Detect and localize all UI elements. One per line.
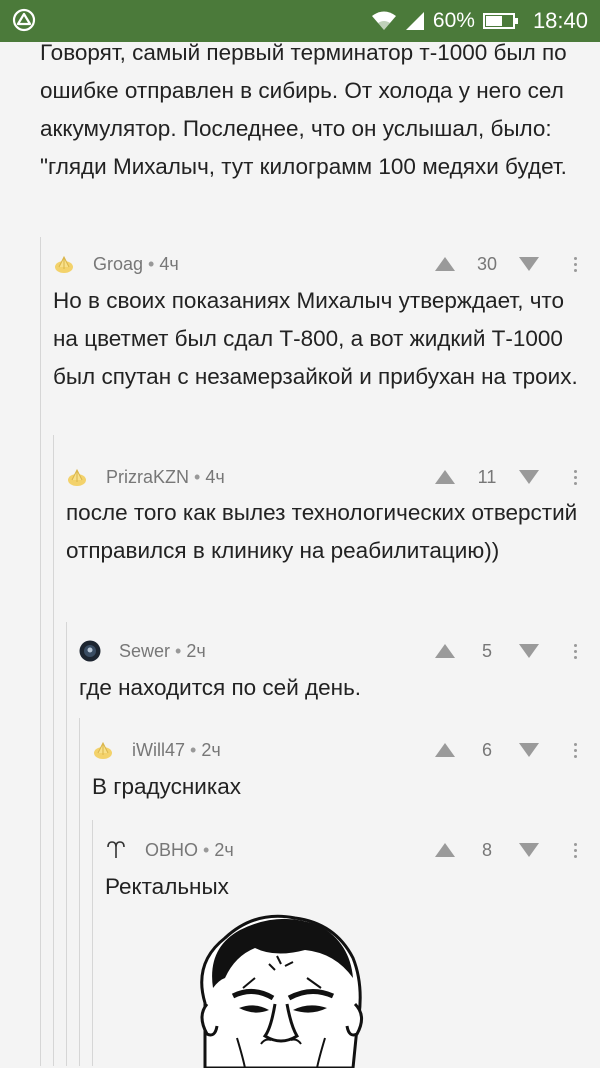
signal-icon bbox=[405, 12, 424, 30]
arrow-down-icon bbox=[519, 644, 539, 658]
avatar[interactable] bbox=[92, 739, 114, 761]
aries-symbol-icon bbox=[107, 841, 125, 858]
comment-header: PrizraKZN • 4ч bbox=[66, 459, 225, 495]
comment-text: где находится по сей день. bbox=[79, 675, 362, 700]
arrow-up-icon bbox=[435, 743, 455, 757]
meta-separator: • bbox=[194, 466, 201, 487]
comment-header: Sewer • 2ч bbox=[79, 633, 206, 669]
thread-line bbox=[53, 435, 54, 1066]
comment-time: 2ч bbox=[214, 839, 234, 860]
arrow-up-icon bbox=[435, 644, 455, 658]
arrow-up-icon bbox=[435, 470, 455, 484]
comment-author[interactable]: Groag bbox=[93, 254, 143, 274]
more-options-button[interactable] bbox=[566, 464, 584, 490]
comment-header: iWill47 • 2ч bbox=[92, 732, 221, 768]
vote-controls: 8 bbox=[432, 832, 584, 868]
meta-separator: • bbox=[190, 739, 197, 760]
more-options-button[interactable] bbox=[566, 737, 584, 763]
comment-header: Groag • 4ч bbox=[53, 246, 179, 282]
folded-hands-icon bbox=[94, 741, 112, 759]
upvote-button[interactable] bbox=[432, 737, 458, 763]
upvote-button[interactable] bbox=[432, 638, 458, 664]
clock: 18:40 bbox=[532, 8, 588, 33]
avatar[interactable] bbox=[66, 466, 88, 488]
wifi-icon bbox=[371, 11, 396, 30]
battery-icon bbox=[482, 13, 518, 29]
vote-controls: 6 bbox=[432, 732, 584, 768]
downvote-button[interactable] bbox=[516, 837, 542, 863]
arrow-up-icon bbox=[435, 257, 455, 271]
comment-text: В градусниках bbox=[92, 774, 241, 799]
comment-time: 2ч bbox=[186, 640, 206, 661]
downvote-button[interactable] bbox=[516, 737, 542, 763]
upvote-button[interactable] bbox=[432, 837, 458, 863]
comment-time: 4ч bbox=[159, 253, 179, 274]
arrow-down-icon bbox=[519, 257, 539, 271]
comment-score: 5 bbox=[481, 640, 492, 661]
thread-line bbox=[92, 820, 93, 1066]
arrow-down-icon bbox=[519, 843, 539, 857]
vote-controls: 30 bbox=[432, 246, 584, 282]
arrow-down-icon bbox=[519, 470, 539, 484]
thread-line bbox=[40, 237, 41, 1066]
downvote-button[interactable] bbox=[516, 638, 542, 664]
downvote-button[interactable] bbox=[516, 251, 542, 277]
comment-author[interactable]: ОВНО bbox=[145, 840, 198, 860]
more-options-button[interactable] bbox=[566, 251, 584, 277]
arrow-up-icon bbox=[435, 843, 455, 857]
thread-line bbox=[66, 622, 67, 1066]
comment-author[interactable]: iWill47 bbox=[132, 740, 185, 760]
comment-text: Ректальных bbox=[105, 874, 229, 899]
comment-author[interactable]: Sewer bbox=[119, 641, 170, 661]
comment-text: после того как вылез технологических отв… bbox=[66, 500, 578, 563]
meta-separator: • bbox=[148, 253, 155, 274]
comment-score: 30 bbox=[476, 253, 498, 274]
avatar[interactable] bbox=[105, 839, 127, 861]
comment-text: Но в своих показаниях Михалыч утверждает… bbox=[53, 288, 578, 389]
folded-hands-icon bbox=[68, 468, 86, 486]
vote-controls: 11 bbox=[432, 459, 584, 495]
thread-line bbox=[79, 718, 80, 1066]
more-options-button[interactable] bbox=[566, 638, 584, 664]
comment-thread: Говорят, самый первый терминатор т-1000 … bbox=[0, 40, 600, 1068]
meta-separator: • bbox=[203, 839, 210, 860]
comment-time: 4ч bbox=[205, 466, 225, 487]
downvote-button[interactable] bbox=[516, 464, 542, 490]
arrow-down-icon bbox=[519, 743, 539, 757]
app-logo-icon bbox=[12, 8, 36, 32]
avatar[interactable] bbox=[53, 253, 75, 275]
comment-time: 2ч bbox=[201, 739, 221, 760]
meta-separator: • bbox=[175, 640, 182, 661]
comment-score: 8 bbox=[481, 839, 492, 860]
comment-header: ОВНО • 2ч bbox=[105, 832, 234, 868]
upvote-button[interactable] bbox=[432, 464, 458, 490]
more-options-button[interactable] bbox=[566, 837, 584, 863]
dark-circle-avatar-icon bbox=[79, 640, 101, 662]
avatar[interactable] bbox=[79, 640, 101, 662]
folded-hands-icon bbox=[55, 255, 73, 273]
comment-author[interactable]: PrizraKZN bbox=[106, 467, 189, 487]
parent-comment-text: Говорят, самый первый терминатор т-1000 … bbox=[40, 40, 567, 179]
upvote-button[interactable] bbox=[432, 251, 458, 277]
comment-score: 6 bbox=[481, 739, 492, 760]
meme-face-image[interactable] bbox=[185, 908, 375, 1068]
battery-percent: 60% bbox=[432, 9, 475, 32]
vote-controls: 5 bbox=[432, 633, 584, 669]
comment-score: 11 bbox=[477, 466, 497, 487]
